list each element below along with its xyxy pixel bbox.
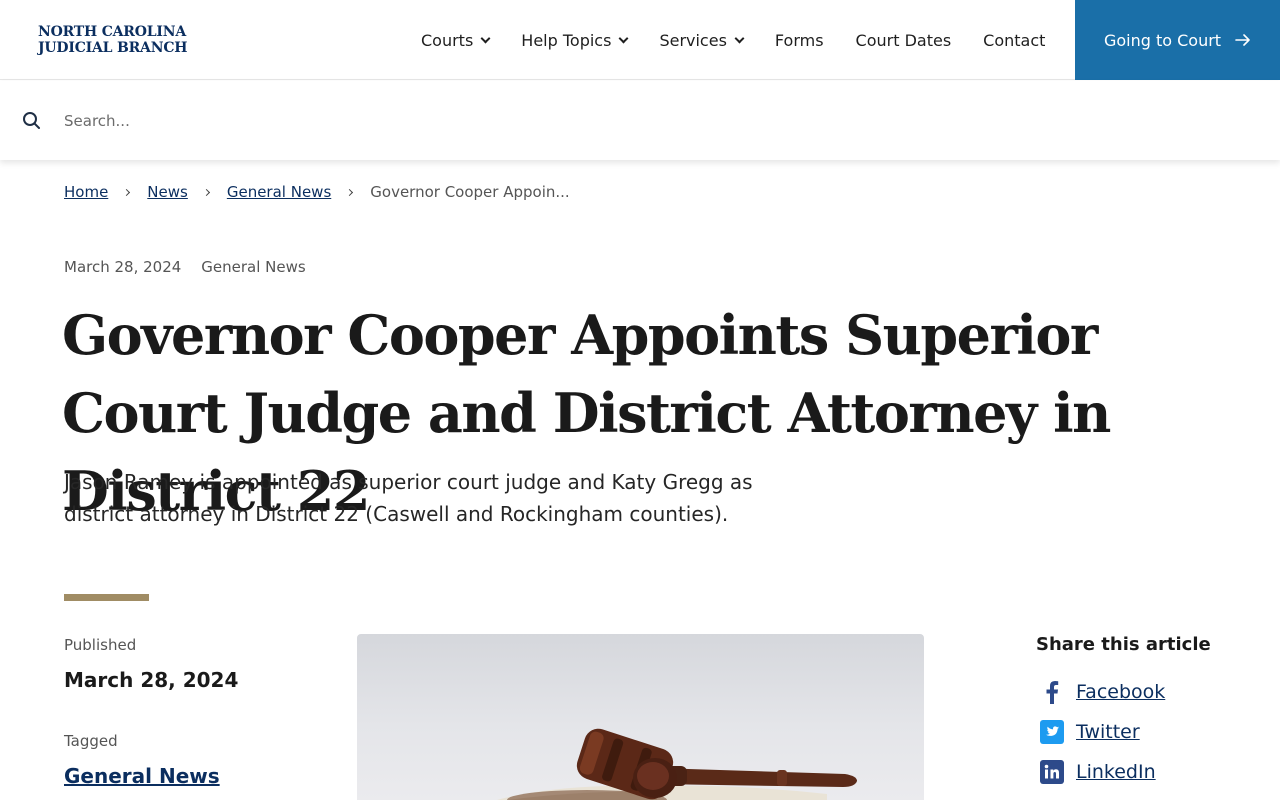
search-input[interactable] bbox=[52, 101, 952, 141]
breadcrumb-general-news[interactable]: General News bbox=[227, 183, 331, 201]
arrow-right-icon bbox=[1235, 34, 1250, 46]
breadcrumb-home[interactable]: Home bbox=[64, 183, 108, 201]
site-logo[interactable]: NORTH CAROLINA JUDICIAL BRANCH bbox=[38, 24, 187, 56]
article-lede: Jason Ramey is appointed as superior cou… bbox=[64, 470, 753, 526]
nav-help-topics-label: Help Topics bbox=[521, 30, 612, 50]
share-linkedin-label: LinkedIn bbox=[1076, 761, 1156, 783]
chevron-right-icon bbox=[123, 188, 131, 196]
nav-contact-label: Contact bbox=[983, 30, 1046, 50]
share-facebook-label: Facebook bbox=[1076, 681, 1166, 703]
tag-link-general-news[interactable]: General News bbox=[64, 764, 220, 788]
article-meta: March 28, 2024 General News bbox=[64, 258, 306, 276]
linkedin-icon bbox=[1038, 758, 1066, 786]
twitter-icon bbox=[1038, 718, 1066, 746]
article-date: March 28, 2024 bbox=[64, 258, 182, 276]
breadcrumb-current: Governor Cooper Appoin... bbox=[370, 183, 570, 201]
nav-court-dates-label: Court Dates bbox=[855, 30, 952, 50]
chevron-down-icon bbox=[734, 33, 745, 43]
chevron-right-icon bbox=[346, 188, 354, 196]
share-linkedin-link[interactable]: LinkedIn bbox=[1038, 758, 1156, 786]
published-date: March 28, 2024 bbox=[64, 668, 239, 692]
nav-services-label: Services bbox=[659, 30, 727, 50]
breadcrumb: Home News General News Governor Cooper A… bbox=[64, 183, 570, 201]
share-twitter-label: Twitter bbox=[1076, 721, 1140, 743]
logo-line-2: JUDICIAL BRANCH bbox=[38, 40, 188, 56]
going-to-court-label: Going to Court bbox=[1103, 30, 1222, 50]
nav-court-dates[interactable]: Court Dates bbox=[840, 0, 968, 80]
article-image bbox=[357, 634, 924, 800]
going-to-court-button[interactable]: Going to Court bbox=[1075, 0, 1280, 80]
chevron-right-icon bbox=[202, 188, 210, 196]
nav-courts[interactable]: Courts bbox=[405, 0, 505, 80]
logo-line-1: NORTH CAROLINA bbox=[38, 24, 186, 40]
share-title: Share this article bbox=[1036, 634, 1211, 655]
nav-forms-label: Forms bbox=[774, 30, 824, 50]
gavel-illustration bbox=[497, 728, 857, 800]
tagged-label: Tagged bbox=[64, 732, 118, 750]
article-category: General News bbox=[201, 258, 306, 276]
breadcrumb-news[interactable]: News bbox=[147, 183, 188, 201]
nav-contact[interactable]: Contact bbox=[967, 0, 1061, 80]
published-label: Published bbox=[64, 636, 137, 654]
share-twitter-link[interactable]: Twitter bbox=[1038, 718, 1140, 746]
chevron-down-icon bbox=[618, 33, 629, 43]
nav-forms[interactable]: Forms bbox=[759, 0, 840, 80]
chevron-down-icon bbox=[480, 33, 491, 43]
site-header: NORTH CAROLINA JUDICIAL BRANCH Courts He… bbox=[0, 0, 1280, 80]
share-facebook-link[interactable]: Facebook bbox=[1038, 678, 1165, 706]
search-icon[interactable] bbox=[22, 111, 42, 131]
accent-rule bbox=[64, 594, 149, 601]
nav-help-topics[interactable]: Help Topics bbox=[505, 0, 643, 80]
nav-services[interactable]: Services bbox=[643, 0, 758, 80]
search-bar bbox=[0, 81, 1280, 160]
nav-courts-label: Courts bbox=[421, 30, 474, 50]
main-nav: Courts Help Topics Services Forms Court … bbox=[405, 0, 1061, 80]
facebook-icon bbox=[1038, 678, 1066, 706]
